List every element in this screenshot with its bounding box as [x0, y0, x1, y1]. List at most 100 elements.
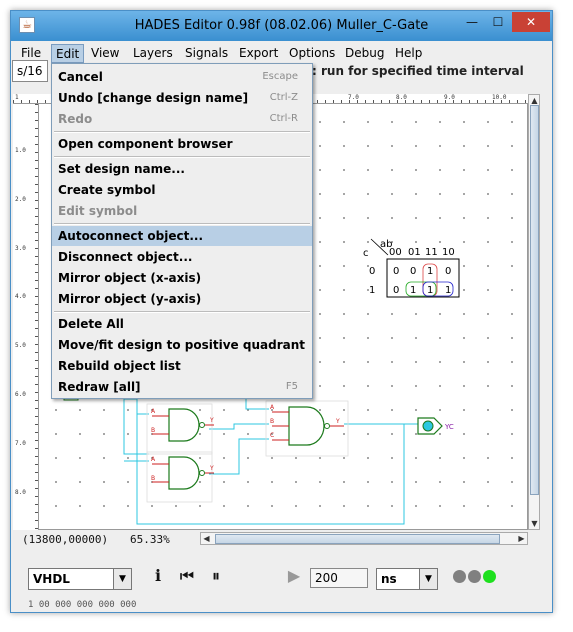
menu-item-label: Create symbol — [58, 183, 156, 197]
kmap-col: 01 — [408, 247, 421, 258]
menu-item-delete-all[interactable]: Delete All — [52, 314, 312, 334]
kmap-var-c: c — [363, 248, 369, 259]
menu-item-accel: F5 — [285, 381, 298, 392]
menu-item-open-component-browser[interactable]: Open component browser — [52, 134, 312, 154]
menu-item-cancel[interactable]: Cancel Escape — [52, 67, 312, 87]
menu-item-accel: Escape — [262, 71, 298, 82]
ruler-left-tick: 3.0 — [15, 245, 26, 252]
rewind-icon[interactable]: ⏮ — [178, 566, 196, 586]
menu-separator — [54, 311, 310, 313]
ruler-top-tick: 1 — [15, 94, 19, 101]
menu-item-mirror-y[interactable]: Mirror object (y-axis) — [52, 289, 312, 309]
menu-item-label: Set design name... — [58, 162, 185, 176]
play-icon[interactable]: ▶ — [285, 566, 303, 586]
ruler-top-tick: 7.0 — [348, 94, 359, 101]
pin-b-label: B — [151, 427, 155, 434]
kmap-cell: 1 — [410, 285, 416, 296]
minimize-button[interactable]: — — [459, 12, 485, 32]
kmap-cell: 0 — [393, 285, 399, 296]
horizontal-scroll-thumb[interactable] — [215, 534, 500, 544]
info-icon[interactable]: i — [149, 566, 167, 586]
menu-separator — [54, 223, 310, 225]
menu-item-redo[interactable]: Redo Ctrl-R — [52, 109, 312, 129]
sim-time-readout: 1 00 000 000 000 000 — [28, 600, 137, 610]
menu-item-redraw-all[interactable]: Redraw [all] F5 — [52, 377, 312, 397]
menu-item-label: Redo — [58, 112, 93, 126]
menu-separator — [54, 156, 310, 158]
chevron-down-icon[interactable]: ▼ — [113, 569, 131, 589]
menu-item-create-symbol[interactable]: Create symbol — [52, 180, 312, 200]
ruler-left-tick: 1.0 — [15, 147, 26, 154]
menu-item-accel: Ctrl-R — [269, 113, 298, 124]
menu-item-edit-symbol[interactable]: Edit symbol — [52, 201, 312, 221]
menu-item-rebuild-object-list[interactable]: Rebuild object list — [52, 356, 312, 376]
menu-item-label: Move/fit design to positive quadrant — [58, 338, 305, 352]
pin-y-label: Y — [209, 417, 214, 424]
pin-a-label: A — [151, 408, 156, 415]
nand3-gate[interactable]: A B C Y — [265, 400, 349, 457]
menu-item-label: Undo [change design name] — [58, 91, 249, 105]
ruler-top-tick: 9.0 — [444, 94, 455, 101]
output-label: YC — [444, 423, 454, 431]
pin-a-label: A — [151, 456, 156, 463]
run-time-field[interactable]: 200 — [310, 568, 368, 588]
ruler-top-tick: 10.0 — [492, 94, 507, 101]
kmap-col: 00 — [389, 247, 402, 258]
menu-item-move-fit-design[interactable]: Move/fit design to positive quadrant — [52, 335, 312, 355]
vertical-scroll-thumb[interactable] — [530, 105, 539, 495]
ruler-left-tick: 2.0 — [15, 196, 26, 203]
scroll-right-icon[interactable]: ▶ — [516, 533, 527, 544]
kmap-row: 0 — [369, 266, 375, 277]
menu-item-disconnect[interactable]: Disconnect object... — [52, 247, 312, 267]
kmap-col: 11 — [425, 247, 438, 258]
ruler-left: 1.0 2.0 3.0 4.0 5.0 6.0 7.0 8.0 — [13, 104, 39, 530]
output-probe[interactable]: YC — [417, 417, 454, 435]
menu-item-autoconnect[interactable]: Autoconnect object... — [52, 226, 312, 246]
time-unit-select[interactable]: ns ▼ — [376, 568, 438, 590]
time-step-field[interactable]: s/16 — [12, 60, 48, 82]
menu-item-label: Edit symbol — [58, 204, 138, 218]
menu-item-label: Autoconnect object... — [58, 229, 204, 243]
zoom-level: 65.33% — [130, 533, 170, 546]
kmap-cell: 0 — [445, 266, 451, 277]
pin-a-label: A — [270, 404, 275, 411]
scroll-up-icon[interactable]: ▲ — [529, 95, 540, 106]
menu-item-label: Open component browser — [58, 137, 233, 151]
close-button[interactable]: ✕ — [512, 12, 550, 32]
edit-menu-popup: Cancel Escape Undo [change design name] Ct… — [51, 63, 313, 399]
kmap-cell: 0 — [393, 266, 399, 277]
pin-y-label: Y — [209, 465, 214, 472]
menu-item-mirror-x[interactable]: Mirror object (x-axis) — [52, 268, 312, 288]
scroll-down-icon[interactable]: ▼ — [529, 518, 540, 529]
scroll-left-icon[interactable]: ◀ — [201, 533, 212, 544]
language-select[interactable]: VHDL ▼ — [28, 568, 132, 590]
menu-item-label: Rebuild object list — [58, 359, 181, 373]
menu-item-accel: Ctrl-Z — [269, 92, 298, 103]
chevron-down-icon[interactable]: ▼ — [419, 569, 437, 589]
pin-y-label: Y — [335, 418, 340, 425]
menu-item-undo[interactable]: Undo [change design name] Ctrl-Z — [52, 88, 312, 108]
ruler-left-tick: 6.0 — [15, 391, 26, 398]
language-value: VHDL — [33, 572, 70, 586]
and-gate-top[interactable]: A B Y — [146, 403, 214, 455]
tooltip-message: : run for specified time interval — [312, 64, 524, 78]
menu-item-set-design-name[interactable]: Set design name... — [52, 159, 312, 179]
pin-c-label: C — [270, 432, 274, 439]
ruler-top-tick: 8.0 — [396, 94, 407, 101]
pin-b-label: B — [270, 418, 274, 425]
kmap-cell: 1 — [445, 285, 451, 296]
menu-item-label: Delete All — [58, 317, 124, 331]
kmap-cell: 1 — [427, 266, 433, 277]
vertical-scrollbar[interactable]: ▲ ▼ — [528, 94, 540, 530]
menu-item-label: Redraw [all] — [58, 380, 141, 394]
ruler-left-tick: 7.0 — [15, 440, 26, 447]
and-gate-bottom[interactable]: A B Y — [146, 451, 214, 503]
pause-icon[interactable]: ⏸ — [207, 566, 225, 586]
menu-item-label: Cancel — [58, 70, 103, 84]
kmap-col: 10 — [442, 247, 455, 258]
menu-separator — [54, 131, 310, 133]
horizontal-scrollbar[interactable]: ◀ ▶ — [200, 532, 528, 545]
kmap-cell: 1 — [427, 285, 433, 296]
title-bar[interactable]: ☕ HADES Editor 0.98f (08.02.06) Muller_C… — [11, 11, 552, 41]
maximize-button[interactable]: ☐ — [485, 12, 511, 32]
